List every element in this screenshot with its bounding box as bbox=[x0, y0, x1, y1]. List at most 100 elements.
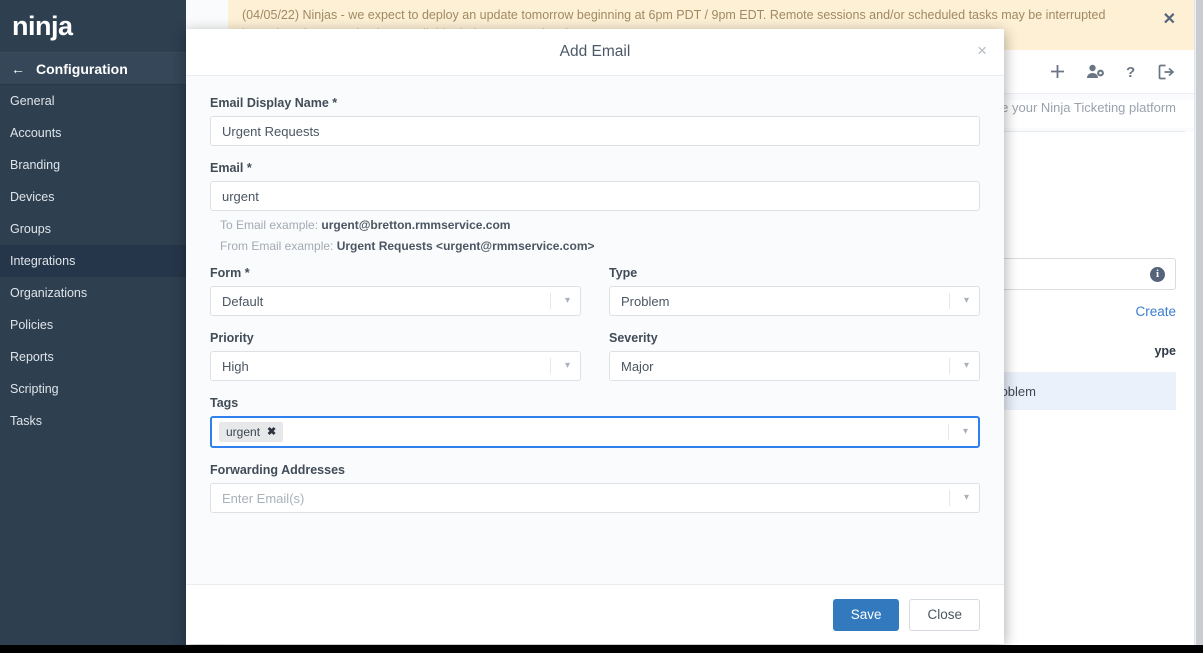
sidebar-item-label: Groups bbox=[10, 222, 51, 236]
sidebar-item-scripting[interactable]: Scripting bbox=[0, 373, 186, 405]
modal-body: Email Display Name * Email * To Email ex… bbox=[186, 76, 1004, 584]
row-priority-severity: Priority High ▾ Severity Major ▾ bbox=[210, 331, 980, 381]
app-screen: ninja ← Configuration General Accounts B… bbox=[0, 0, 1203, 653]
table-column-header-type: ype bbox=[1154, 344, 1176, 358]
forwarding-label: Forwarding Addresses bbox=[210, 463, 980, 477]
bottom-bar bbox=[0, 645, 1203, 653]
tag-remove-icon[interactable]: ✖ bbox=[267, 427, 276, 438]
forwarding-placeholder: Enter Email(s) bbox=[222, 491, 304, 506]
type-select[interactable]: Problem ▾ bbox=[609, 286, 980, 316]
sidebar-item-label: General bbox=[10, 94, 54, 108]
help-icon[interactable]: ? bbox=[1125, 63, 1138, 80]
row-form-type: Form * Default ▾ Type Problem ▾ bbox=[210, 266, 980, 316]
tags-label: Tags bbox=[210, 396, 980, 410]
severity-select-value: Major bbox=[621, 359, 654, 374]
form-select[interactable]: Default ▾ bbox=[210, 286, 581, 316]
field-forwarding-addresses: Forwarding Addresses Enter Email(s) ▾ bbox=[210, 463, 980, 513]
plus-icon[interactable] bbox=[1049, 63, 1066, 80]
banner-date: (04/05/22) bbox=[242, 8, 299, 22]
select-divider bbox=[949, 358, 950, 374]
type-label: Type bbox=[609, 266, 980, 280]
email-input[interactable] bbox=[210, 181, 980, 211]
sidebar-item-groups[interactable]: Groups bbox=[0, 213, 186, 245]
priority-select[interactable]: High ▾ bbox=[210, 351, 581, 381]
email-label: Email * bbox=[210, 161, 980, 175]
priority-label: Priority bbox=[210, 331, 581, 345]
field-tags: Tags urgent ✖ ▾ bbox=[210, 396, 980, 448]
arrow-left-icon: ← bbox=[11, 62, 25, 76]
priority-select-value: High bbox=[222, 359, 249, 374]
sidebar-item-accounts[interactable]: Accounts bbox=[0, 117, 186, 149]
hint-to-value: urgent@bretton.rmmservice.com bbox=[321, 218, 510, 232]
severity-select[interactable]: Major ▾ bbox=[609, 351, 980, 381]
banner-message: Ninjas - we expect to deploy an update t… bbox=[302, 8, 1105, 22]
modal-header: Add Email × bbox=[186, 29, 1004, 76]
form-select-value: Default bbox=[222, 294, 263, 309]
field-form: Form * Default ▾ bbox=[210, 266, 581, 316]
display-name-input[interactable] bbox=[210, 116, 980, 146]
sidebar-item-label: Devices bbox=[10, 190, 54, 204]
sidebar-back-configuration[interactable]: ← Configuration bbox=[0, 52, 186, 85]
sidebar-item-label: Integrations bbox=[10, 254, 75, 268]
sidebar-item-label: Organizations bbox=[10, 286, 87, 300]
select-divider bbox=[948, 424, 949, 440]
sidebar-item-organizations[interactable]: Organizations bbox=[0, 277, 186, 309]
field-type: Type Problem ▾ bbox=[609, 266, 980, 316]
sidebar-item-tasks[interactable]: Tasks bbox=[0, 405, 186, 437]
type-select-value: Problem bbox=[621, 294, 669, 309]
sidebar-item-general[interactable]: General bbox=[0, 85, 186, 117]
modal-footer: Save Close bbox=[186, 584, 1004, 644]
logo-text: ninja bbox=[12, 13, 73, 40]
chevron-down-icon: ▾ bbox=[964, 493, 969, 503]
sidebar: ninja ← Configuration General Accounts B… bbox=[0, 0, 186, 645]
chevron-down-icon: ▾ bbox=[565, 361, 570, 371]
sidebar-item-label: Branding bbox=[10, 158, 60, 172]
hint-from-value: Urgent Requests <urgent@rmmservice.com> bbox=[337, 239, 595, 253]
tag-chip: urgent ✖ bbox=[219, 422, 283, 442]
create-link[interactable]: Create bbox=[1135, 304, 1176, 319]
svg-text:?: ? bbox=[1126, 64, 1135, 80]
chevron-down-icon: ▾ bbox=[565, 296, 570, 306]
chevron-down-icon: ▾ bbox=[964, 296, 969, 306]
sidebar-item-label: Tasks bbox=[10, 414, 42, 428]
logout-icon[interactable] bbox=[1158, 64, 1176, 80]
field-display-name: Email Display Name * bbox=[210, 96, 980, 146]
select-divider bbox=[949, 490, 950, 506]
user-settings-icon[interactable] bbox=[1086, 63, 1105, 80]
select-divider bbox=[949, 293, 950, 309]
sidebar-item-label: Policies bbox=[10, 318, 53, 332]
add-email-modal: Add Email × Email Display Name * Email *… bbox=[186, 29, 1004, 644]
select-divider bbox=[550, 358, 551, 374]
brand-logo[interactable]: ninja bbox=[0, 0, 186, 52]
sidebar-item-label: Accounts bbox=[10, 126, 61, 140]
table-cell-type: roblem bbox=[996, 384, 1176, 399]
banner-close-icon[interactable]: ✕ bbox=[1163, 12, 1176, 28]
field-severity: Severity Major ▾ bbox=[609, 331, 980, 381]
severity-label: Severity bbox=[609, 331, 980, 345]
field-email: Email * To Email example: urgent@bretton… bbox=[210, 161, 980, 253]
info-icon[interactable]: i bbox=[1150, 267, 1165, 282]
form-label: Form * bbox=[210, 266, 581, 280]
chevron-down-icon: ▾ bbox=[963, 427, 968, 437]
sidebar-item-reports[interactable]: Reports bbox=[0, 341, 186, 373]
tag-chip-label: urgent bbox=[226, 425, 260, 439]
sidebar-item-branding[interactable]: Branding bbox=[0, 149, 186, 181]
tags-select[interactable]: urgent ✖ ▾ bbox=[210, 416, 980, 448]
hint-to-prefix: To Email example: bbox=[220, 218, 321, 232]
sidebar-section-title: Configuration bbox=[36, 61, 128, 77]
save-button[interactable]: Save bbox=[833, 599, 900, 631]
sidebar-item-integrations[interactable]: Integrations bbox=[0, 245, 186, 277]
close-button[interactable]: Close bbox=[909, 599, 980, 631]
page-scrollbar-thumb[interactable] bbox=[1196, 0, 1203, 645]
chevron-down-icon: ▾ bbox=[964, 361, 969, 371]
page-scrollbar[interactable] bbox=[1194, 0, 1203, 645]
modal-title: Add Email bbox=[560, 43, 631, 61]
sidebar-item-devices[interactable]: Devices bbox=[0, 181, 186, 213]
close-icon[interactable]: × bbox=[977, 42, 987, 59]
sidebar-item-policies[interactable]: Policies bbox=[0, 309, 186, 341]
display-name-label: Email Display Name * bbox=[210, 96, 980, 110]
field-priority: Priority High ▾ bbox=[210, 331, 581, 381]
sidebar-item-label: Reports bbox=[10, 350, 54, 364]
select-divider bbox=[550, 293, 551, 309]
forwarding-select[interactable]: Enter Email(s) ▾ bbox=[210, 483, 980, 513]
